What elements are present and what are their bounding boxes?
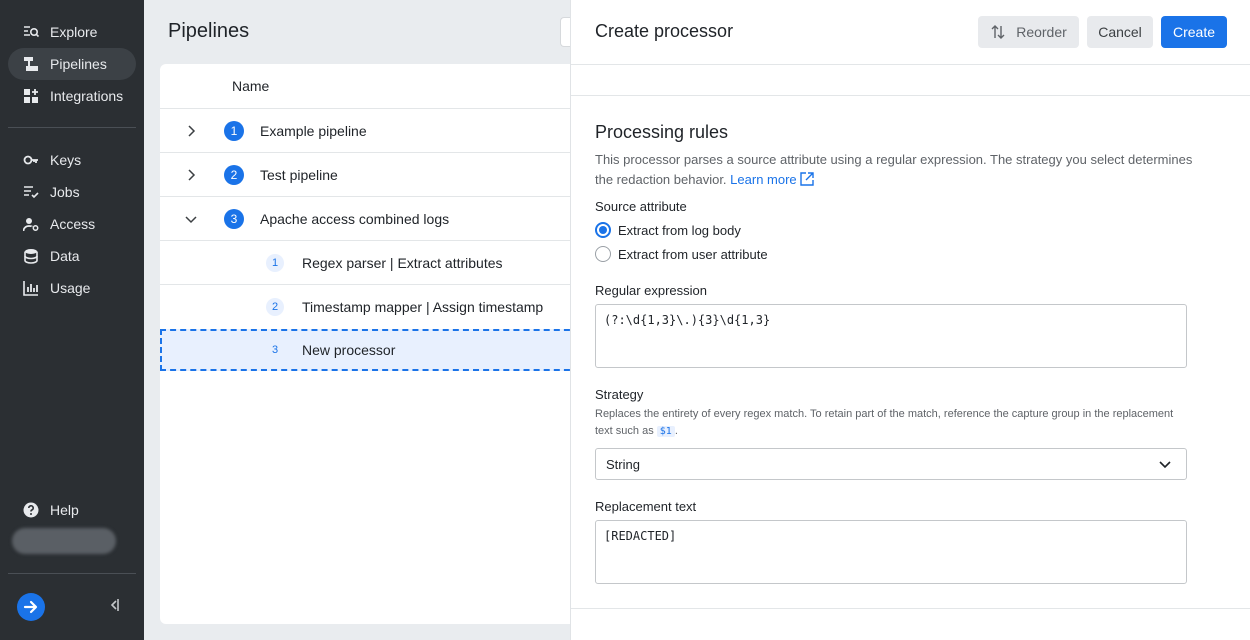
integrations-icon xyxy=(22,87,40,105)
sidebar-item-jobs[interactable]: Jobs xyxy=(8,176,136,208)
strategy-hint: Replaces the entirety of every regex mat… xyxy=(595,406,1185,440)
sidebar-item-label: Data xyxy=(50,248,80,264)
cancel-button[interactable]: Cancel xyxy=(1087,16,1153,48)
sidebar-item-integrations[interactable]: Integrations xyxy=(8,80,136,112)
drawer-title: Create processor xyxy=(595,21,734,41)
section-description: This processor parses a source attribute… xyxy=(595,150,1195,190)
processor-order-badge: 3 xyxy=(266,341,284,359)
processor-name: Timestamp mapper | Assign timestamp xyxy=(302,298,544,315)
sidebar-item-explore[interactable]: Explore xyxy=(8,16,136,48)
radio-extract-user-attribute[interactable]: Extract from user attribute xyxy=(595,246,768,262)
sidebar-divider xyxy=(8,573,136,574)
sidebar-item-label: Pipelines xyxy=(50,56,107,72)
user-account-blurred[interactable] xyxy=(12,528,116,554)
chevron-down-icon[interactable] xyxy=(184,212,198,226)
reorder-label: Reorder xyxy=(1016,24,1067,40)
brand-logo-icon[interactable] xyxy=(17,593,45,621)
radio-label: Extract from log body xyxy=(618,222,741,238)
new-processor-row[interactable]: 3 New processor xyxy=(160,329,580,371)
replacement-label: Replacement text xyxy=(595,499,697,514)
drawer-divider xyxy=(571,95,1250,96)
sidebar-divider xyxy=(8,127,136,128)
radio-unchecked[interactable] xyxy=(595,246,611,262)
chevron-right-icon[interactable] xyxy=(184,168,198,182)
drawer-header: Create processor Reorder Cancel Create xyxy=(571,0,1250,65)
regex-input[interactable]: (?:\d{1,3}\.){3}\d{1,3} xyxy=(595,304,1187,368)
learn-more-label: Learn more xyxy=(730,172,797,187)
replacement-input[interactable]: [REDACTED] xyxy=(595,520,1187,584)
reorder-button[interactable]: Reorder xyxy=(978,16,1079,48)
hint-text-end: . xyxy=(674,425,678,437)
radio-label: Extract from user attribute xyxy=(618,246,768,262)
strategy-label: Strategy xyxy=(595,387,644,402)
chevron-down-icon xyxy=(1158,457,1172,471)
sidebar-item-usage[interactable]: Usage xyxy=(8,272,136,304)
pipeline-name: Apache access combined logs xyxy=(260,210,450,227)
processor-order-badge: 1 xyxy=(266,253,284,272)
sidebar: Explore Pipelines Integrations Keys Jobs… xyxy=(0,0,144,640)
reorder-icon xyxy=(990,24,1006,40)
sidebar-item-label: Help xyxy=(50,502,79,518)
pipeline-name: Example pipeline xyxy=(260,122,367,139)
sidebar-item-access[interactable]: Access xyxy=(8,208,136,240)
processor-name: New processor xyxy=(302,342,396,358)
explore-icon xyxy=(22,23,40,41)
capture-group-code: $1 xyxy=(656,426,675,437)
radio-extract-log-body[interactable]: Extract from log body xyxy=(595,222,741,238)
learn-more-link[interactable]: Learn more xyxy=(730,172,814,187)
pipeline-order-badge: 3 xyxy=(224,208,244,229)
key-icon xyxy=(22,151,40,169)
sidebar-item-label: Access xyxy=(50,216,96,232)
table-row[interactable]: 3 Apache access combined logs xyxy=(160,196,580,240)
sidebar-item-label: Explore xyxy=(50,24,98,40)
table-row[interactable]: 2 Test pipeline xyxy=(160,152,580,196)
drawer-footer-divider xyxy=(571,608,1250,609)
strategy-selected-value: String xyxy=(606,456,640,472)
collapse-sidebar-icon[interactable] xyxy=(106,597,122,613)
source-attribute-label: Source attribute xyxy=(595,199,687,214)
create-button[interactable]: Create xyxy=(1161,16,1227,48)
pipelines-table: Name 1 Example pipeline 2 Test pipeline … xyxy=(160,64,580,624)
radio-checked[interactable] xyxy=(595,222,611,238)
pipeline-name: Test pipeline xyxy=(260,166,338,183)
sidebar-item-label: Integrations xyxy=(50,88,124,104)
page-title: Pipelines xyxy=(168,20,250,42)
pipeline-order-badge: 2 xyxy=(224,164,244,185)
description-text: This processor parses a source attribute… xyxy=(595,152,1193,187)
processor-name: Regex parser | Extract attributes xyxy=(302,254,503,271)
external-link-icon xyxy=(799,172,814,186)
column-header-name: Name xyxy=(232,78,270,94)
processor-row[interactable]: 2 Timestamp mapper | Assign timestamp xyxy=(160,284,580,328)
chevron-right-icon[interactable] xyxy=(184,124,198,138)
help-icon xyxy=(22,501,40,519)
sidebar-item-keys[interactable]: Keys xyxy=(8,144,136,176)
create-processor-drawer: Create processor Reorder Cancel Create P… xyxy=(570,0,1250,640)
jobs-icon xyxy=(22,183,40,201)
processor-order-badge: 2 xyxy=(266,297,284,316)
pipeline-icon xyxy=(22,55,40,73)
database-icon xyxy=(22,247,40,265)
sidebar-item-label: Jobs xyxy=(50,184,80,200)
regex-label: Regular expression xyxy=(595,283,708,298)
sidebar-item-pipelines[interactable]: Pipelines xyxy=(8,48,136,80)
processor-row[interactable]: 1 Regex parser | Extract attributes xyxy=(160,240,580,284)
section-title: Processing rules xyxy=(595,122,729,142)
sidebar-item-help[interactable]: Help xyxy=(8,494,136,526)
pipeline-order-badge: 1 xyxy=(224,120,244,141)
bar-chart-icon xyxy=(22,279,40,297)
strategy-select[interactable]: String xyxy=(595,448,1187,480)
table-row[interactable]: 1 Example pipeline xyxy=(160,108,580,152)
sidebar-item-label: Usage xyxy=(50,280,91,296)
hint-text: Replaces the entirety of every regex mat… xyxy=(595,408,1174,437)
sidebar-item-label: Keys xyxy=(50,152,82,168)
sidebar-item-data[interactable]: Data xyxy=(8,240,136,272)
access-icon xyxy=(22,215,40,233)
